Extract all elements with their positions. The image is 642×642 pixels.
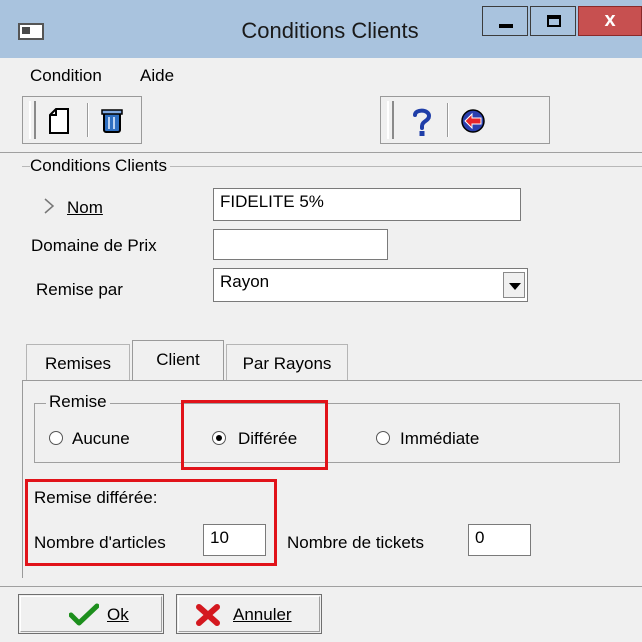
maximize-icon	[547, 15, 561, 27]
toolbar-separator	[447, 103, 449, 137]
tab-remises[interactable]: Remises	[26, 344, 130, 380]
radio-immediate[interactable]	[376, 431, 390, 445]
chevron-right-icon	[44, 198, 55, 214]
window-title: Conditions Clients	[241, 18, 419, 43]
minimize-button[interactable]	[482, 6, 528, 36]
new-document-icon[interactable]	[47, 107, 71, 135]
chevron-down-icon[interactable]	[503, 272, 525, 298]
radio-immediate-label[interactable]: Immédiate	[400, 429, 479, 449]
tab-client[interactable]: Client	[132, 340, 224, 380]
close-button[interactable]: x	[578, 6, 642, 36]
toolbar-group-left	[22, 96, 142, 144]
ok-button[interactable]: Ok	[18, 594, 164, 634]
toolbar-separator	[87, 103, 89, 137]
cancel-x-icon	[196, 604, 220, 626]
minimize-icon	[499, 24, 513, 28]
button-bar: Ok Annuler	[0, 586, 642, 642]
app-icon[interactable]	[18, 23, 44, 40]
menu-condition[interactable]: Condition	[30, 66, 102, 86]
domaine-prix-input[interactable]	[213, 229, 388, 260]
toolbar	[0, 92, 642, 153]
highlight-remise-differee	[25, 479, 277, 566]
conditions-clients-window: Conditions Clients x Condition Aide Cond…	[0, 0, 642, 642]
domaine-prix-label: Domaine de Prix	[31, 236, 157, 255]
close-icon: x	[604, 9, 616, 31]
radio-aucune-label[interactable]: Aucune	[72, 429, 130, 449]
annuler-button-label: Annuler	[233, 605, 292, 624]
exit-icon[interactable]	[459, 107, 487, 135]
section-title: Conditions Clients	[30, 156, 171, 176]
remise-par-label: Remise par	[36, 280, 123, 299]
annuler-button[interactable]: Annuler	[176, 594, 322, 634]
nom-input[interactable]: FIDELITE 5%	[213, 188, 521, 221]
checkmark-icon	[69, 603, 99, 626]
help-icon[interactable]	[411, 107, 433, 137]
toolbar-group-right	[380, 96, 550, 144]
remise-group-title: Remise	[46, 392, 110, 412]
title-bar[interactable]: Conditions Clients x	[0, 0, 642, 58]
ok-button-label: Ok	[107, 605, 129, 624]
remise-par-value: Rayon	[220, 272, 270, 291]
highlight-differee	[181, 400, 328, 470]
menu-bar: Condition Aide	[0, 58, 642, 93]
toolbar-grip[interactable]	[29, 101, 36, 139]
maximize-button[interactable]	[530, 6, 576, 36]
tab-par-rayons[interactable]: Par Rayons	[226, 344, 348, 380]
radio-aucune[interactable]	[49, 431, 63, 445]
delete-icon[interactable]	[99, 107, 125, 135]
remise-par-select[interactable]: Rayon	[213, 268, 528, 302]
nom-label: Nom	[67, 198, 103, 217]
nombre-tickets-label: Nombre de tickets	[287, 533, 424, 552]
toolbar-grip[interactable]	[387, 101, 394, 139]
nombre-tickets-input[interactable]: 0	[468, 524, 531, 556]
menu-aide[interactable]: Aide	[140, 66, 174, 86]
